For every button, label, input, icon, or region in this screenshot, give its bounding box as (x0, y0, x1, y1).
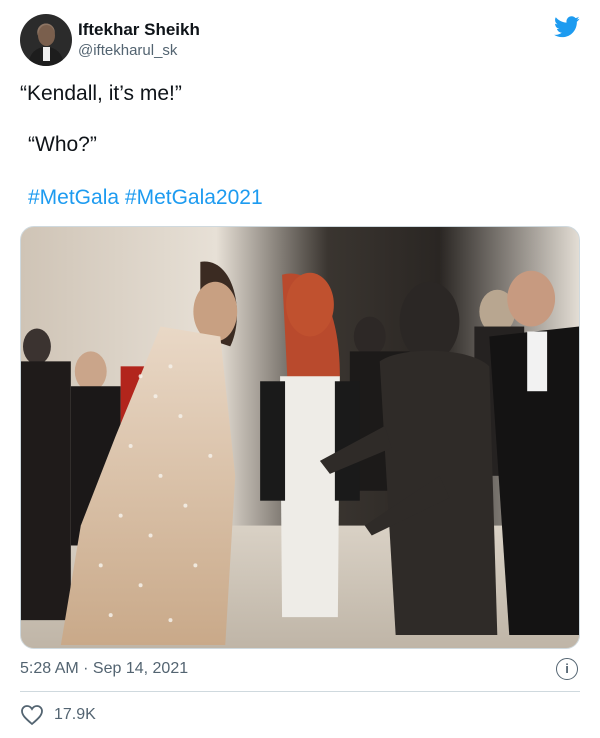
info-icon[interactable]: i (556, 658, 578, 680)
tweet-card: Iftekhar Sheikh @iftekharul_sk “Kendall,… (0, 0, 600, 738)
like-count: 17.9K (54, 706, 96, 723)
heart-icon[interactable] (20, 704, 44, 726)
author-names: Iftekhar Sheikh @iftekharul_sk (78, 20, 200, 61)
tweet-timestamp[interactable]: 5:28 AM · Sep 14, 2021 (20, 660, 188, 678)
tweet-text-line1: “Kendall, it’s me!” (20, 82, 182, 105)
avatar-shirt (43, 47, 50, 61)
tweet-photo[interactable] (20, 226, 580, 649)
photo-illustration (21, 227, 579, 648)
tweet-meta: 5:28 AM · Sep 14, 2021 i (20, 658, 580, 680)
hashtag-link[interactable]: #MetGala (28, 186, 119, 209)
hashtag-row: #MetGala #MetGala2021 (28, 184, 263, 212)
avatar-face (38, 25, 55, 46)
tweet-text-line2: “Who?” (28, 133, 97, 156)
tweet-header: Iftekhar Sheikh @iftekharul_sk (20, 14, 580, 70)
author-display-name[interactable]: Iftekhar Sheikh (78, 20, 200, 40)
avatar[interactable] (20, 14, 72, 66)
author-handle[interactable]: @iftekharul_sk (78, 41, 200, 61)
divider (20, 691, 580, 692)
hashtag-link[interactable]: #MetGala2021 (125, 186, 263, 209)
twitter-bird-icon[interactable] (554, 16, 580, 38)
